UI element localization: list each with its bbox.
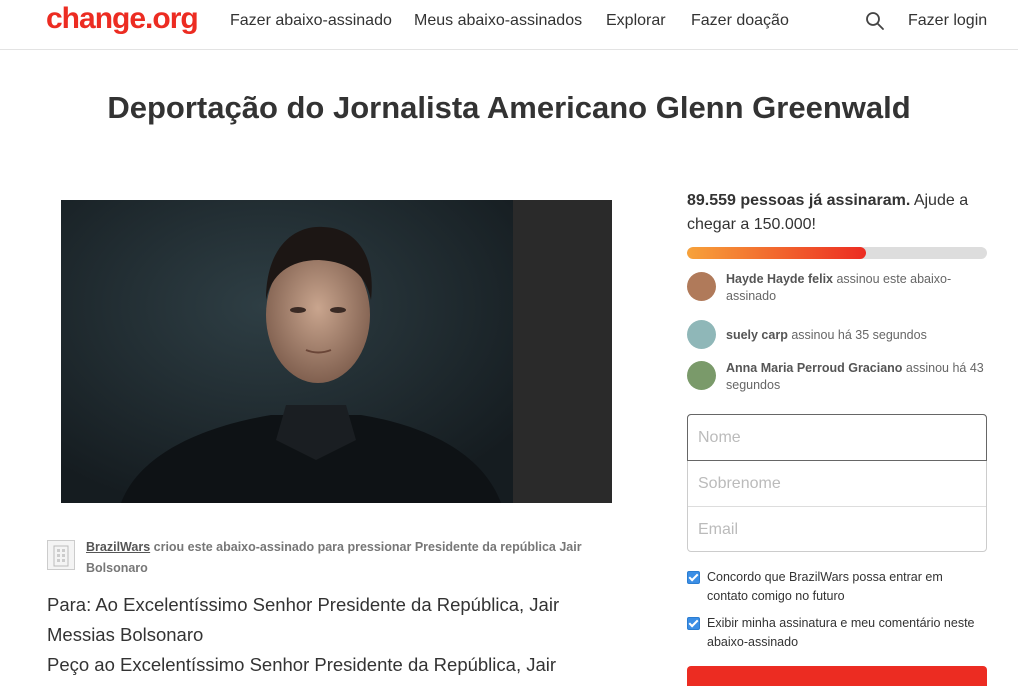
creator-description: criou este abaixo-assinado para pression… (86, 540, 582, 575)
signer-avatar (687, 272, 716, 301)
petition-title: Deportação do Jornalista Americano Glenn… (107, 90, 911, 125)
signature-progress-fill (687, 247, 867, 259)
signature-count-number: 89.559 pessoas já assinaram. (687, 192, 911, 209)
petition-request: Peço ao Excelentíssimo Senhor Presidente… (47, 654, 557, 675)
creator-info: BrazilWars criou este abaixo-assinado pa… (86, 537, 606, 579)
signer-name: suely carp (726, 328, 788, 342)
last-name-input[interactable] (688, 461, 986, 507)
petition-recipient: Para: Ao Excelentíssimo Senhor President… (47, 594, 560, 645)
signer-text: Hayde Hayde felix assinou este abaixo-as… (726, 271, 988, 305)
signature-progress-bar (687, 247, 987, 259)
petition-photo (61, 200, 612, 503)
creator-avatar-icon (47, 540, 75, 570)
login-link[interactable]: Fazer login (908, 12, 987, 30)
email-input[interactable] (688, 507, 986, 553)
nav-explore[interactable]: Explorar (606, 12, 666, 30)
petition-body: Para: Ao Excelentíssimo Senhor President… (47, 590, 607, 680)
contact-consent-label: Concordo que BrazilWars possa entrar em … (707, 570, 943, 603)
signer-name: Anna Maria Perroud Graciano (726, 361, 903, 375)
creator-link[interactable]: BrazilWars (86, 540, 150, 554)
search-icon[interactable] (865, 11, 885, 31)
signer-avatar (687, 320, 716, 349)
change-org-logo[interactable]: change.org (46, 2, 199, 36)
contact-consent-checkbox[interactable] (687, 571, 700, 584)
nav-donate[interactable]: Fazer doação (691, 12, 789, 30)
display-signature-label: Exibir minha assinatura e meu comentário… (707, 616, 975, 649)
signer-avatar (687, 361, 716, 390)
signer-action: assinou há 35 segundos (787, 328, 927, 342)
nav-my-petitions[interactable]: Meus abaixo-assinados (414, 12, 582, 30)
signer-text: suely carp assinou há 35 segundos (726, 327, 988, 344)
signature-form (687, 414, 987, 553)
sign-button[interactable] (687, 666, 987, 686)
nav-start-petition[interactable]: Fazer abaixo-assinado (230, 12, 392, 30)
signer-name: Hayde Hayde felix (726, 272, 833, 286)
top-navigation-bar: change.org Fazer abaixo-assinado Meus ab… (0, 0, 1018, 50)
first-name-input[interactable] (687, 414, 987, 461)
signer-text: Anna Maria Perroud Graciano assinou há 4… (726, 360, 988, 394)
signature-count: 89.559 pessoas já assinaram. Ajude a che… (687, 189, 987, 237)
display-signature-checkbox[interactable] (687, 617, 700, 630)
